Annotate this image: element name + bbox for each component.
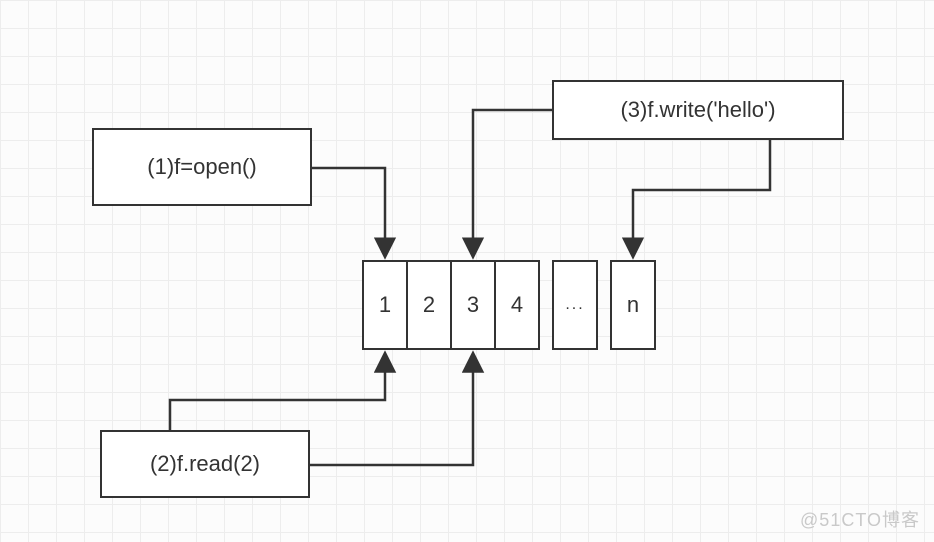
cell-2-label: 2 [423, 292, 435, 318]
cell-1-label: 1 [379, 292, 391, 318]
box-write-label: (3)f.write('hello') [620, 97, 775, 123]
box-open: (1)f=open() [92, 128, 312, 206]
cell-ellipsis-label: ... [565, 296, 584, 314]
box-read-label: (2)f.read(2) [150, 451, 260, 477]
cell-3: 3 [450, 260, 496, 350]
box-read: (2)f.read(2) [100, 430, 310, 498]
cell-1: 1 [362, 260, 408, 350]
cell-2: 2 [406, 260, 452, 350]
cell-n-label: n [627, 292, 639, 318]
cell-n: n [610, 260, 656, 350]
arrow-open-to-cell1 [312, 168, 385, 256]
arrow-write-to-celln [633, 140, 770, 256]
watermark: @51CTO博客 [800, 506, 920, 532]
arrow-read-to-cell1 [170, 354, 385, 430]
cell-ellipsis: ... [552, 260, 598, 350]
arrow-write-to-cell3 [473, 110, 552, 256]
box-write: (3)f.write('hello') [552, 80, 844, 140]
cell-3-label: 3 [467, 292, 479, 318]
cell-4-label: 4 [511, 292, 523, 318]
arrow-read-to-cell3 [310, 354, 473, 465]
box-open-label: (1)f=open() [147, 154, 256, 180]
cell-4: 4 [494, 260, 540, 350]
